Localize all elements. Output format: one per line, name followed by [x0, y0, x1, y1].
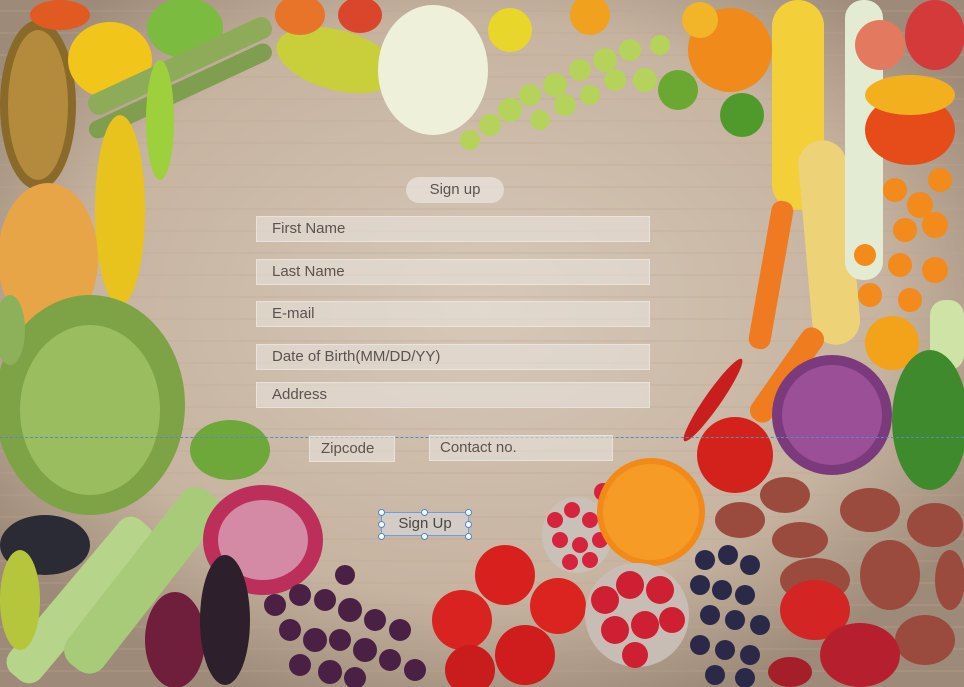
resize-handle-bottom-left[interactable]: [378, 533, 385, 540]
resize-handle-right[interactable]: [465, 521, 472, 528]
resize-handle-top-right[interactable]: [465, 509, 472, 516]
resize-handle-bottom-right[interactable]: [465, 533, 472, 540]
resize-handle-bottom[interactable]: [421, 533, 428, 540]
contact-number-field[interactable]: Contact no.: [429, 435, 613, 461]
first-name-field[interactable]: First Name: [256, 216, 650, 242]
signup-title: Sign up: [406, 177, 504, 203]
zipcode-field[interactable]: Zipcode: [309, 436, 395, 462]
last-name-field[interactable]: Last Name: [256, 259, 650, 285]
resize-handle-left[interactable]: [378, 521, 385, 528]
resize-handle-top-left[interactable]: [378, 509, 385, 516]
address-field[interactable]: Address: [256, 382, 650, 408]
date-of-birth-field[interactable]: Date of Birth(MM/DD/YY): [256, 344, 650, 370]
email-field[interactable]: E-mail: [256, 301, 650, 327]
resize-handle-top[interactable]: [421, 509, 428, 516]
